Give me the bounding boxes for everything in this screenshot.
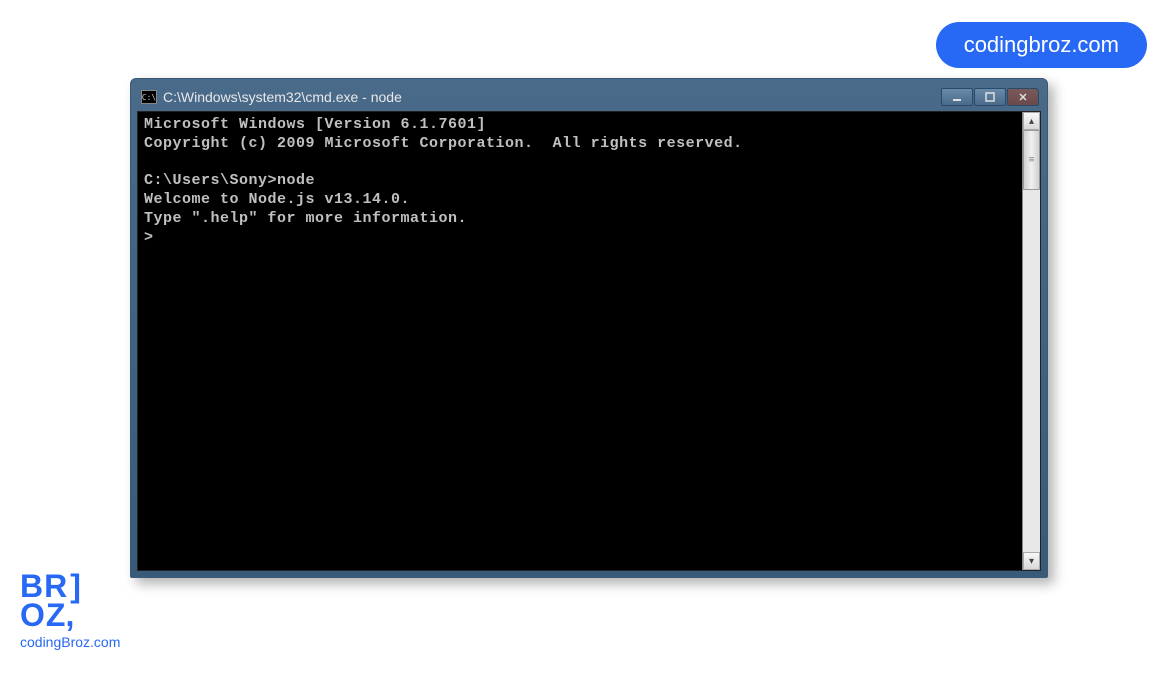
maximize-icon [985,92,995,102]
scroll-thumb[interactable] [1023,130,1040,190]
scroll-down-button[interactable]: ▾ [1023,552,1040,570]
logo-text-oz: OZ [20,601,66,630]
scroll-up-button[interactable]: ▴ [1023,112,1040,130]
chevron-down-icon: ▾ [1029,556,1034,567]
terminal-prompt: > [144,229,154,246]
terminal-line: Microsoft Windows [Version 6.1.7601] [144,116,486,133]
chevron-up-icon: ▴ [1029,116,1034,127]
comma-icon: , [65,601,74,630]
scroll-track[interactable] [1023,130,1040,552]
vertical-scrollbar[interactable]: ▴ ▾ [1022,112,1040,570]
terminal-line: Copyright (c) 2009 Microsoft Corporation… [144,135,743,152]
window-controls [941,88,1039,106]
watermark-logo: BR ] OZ , codingBroz.com [20,572,120,650]
maximize-button[interactable] [974,88,1006,106]
titlebar-left: C:\ C:\Windows\system32\cmd.exe - node [141,89,402,105]
terminal-output[interactable]: Microsoft Windows [Version 6.1.7601] Cop… [138,112,1022,570]
close-icon [1018,92,1028,102]
window-titlebar[interactable]: C:\ C:\Windows\system32\cmd.exe - node [137,85,1041,109]
terminal-line: Type ".help" for more information. [144,210,467,227]
minimize-button[interactable] [941,88,973,106]
cmd-window: C:\ C:\Windows\system32\cmd.exe - node [130,78,1048,578]
close-button[interactable] [1007,88,1039,106]
minimize-icon [952,92,962,102]
cmd-icon: C:\ [141,90,157,104]
watermark-footer-text: codingBroz.com [20,634,120,650]
terminal-line: Welcome to Node.js v13.14.0. [144,191,410,208]
window-title: C:\Windows\system32\cmd.exe - node [163,89,402,105]
watermark-badge: codingbroz.com [936,22,1147,68]
terminal-line: C:\Users\Sony>node [144,172,315,189]
watermark-badge-text: codingbroz.com [964,32,1119,57]
terminal-container: Microsoft Windows [Version 6.1.7601] Cop… [137,111,1041,571]
